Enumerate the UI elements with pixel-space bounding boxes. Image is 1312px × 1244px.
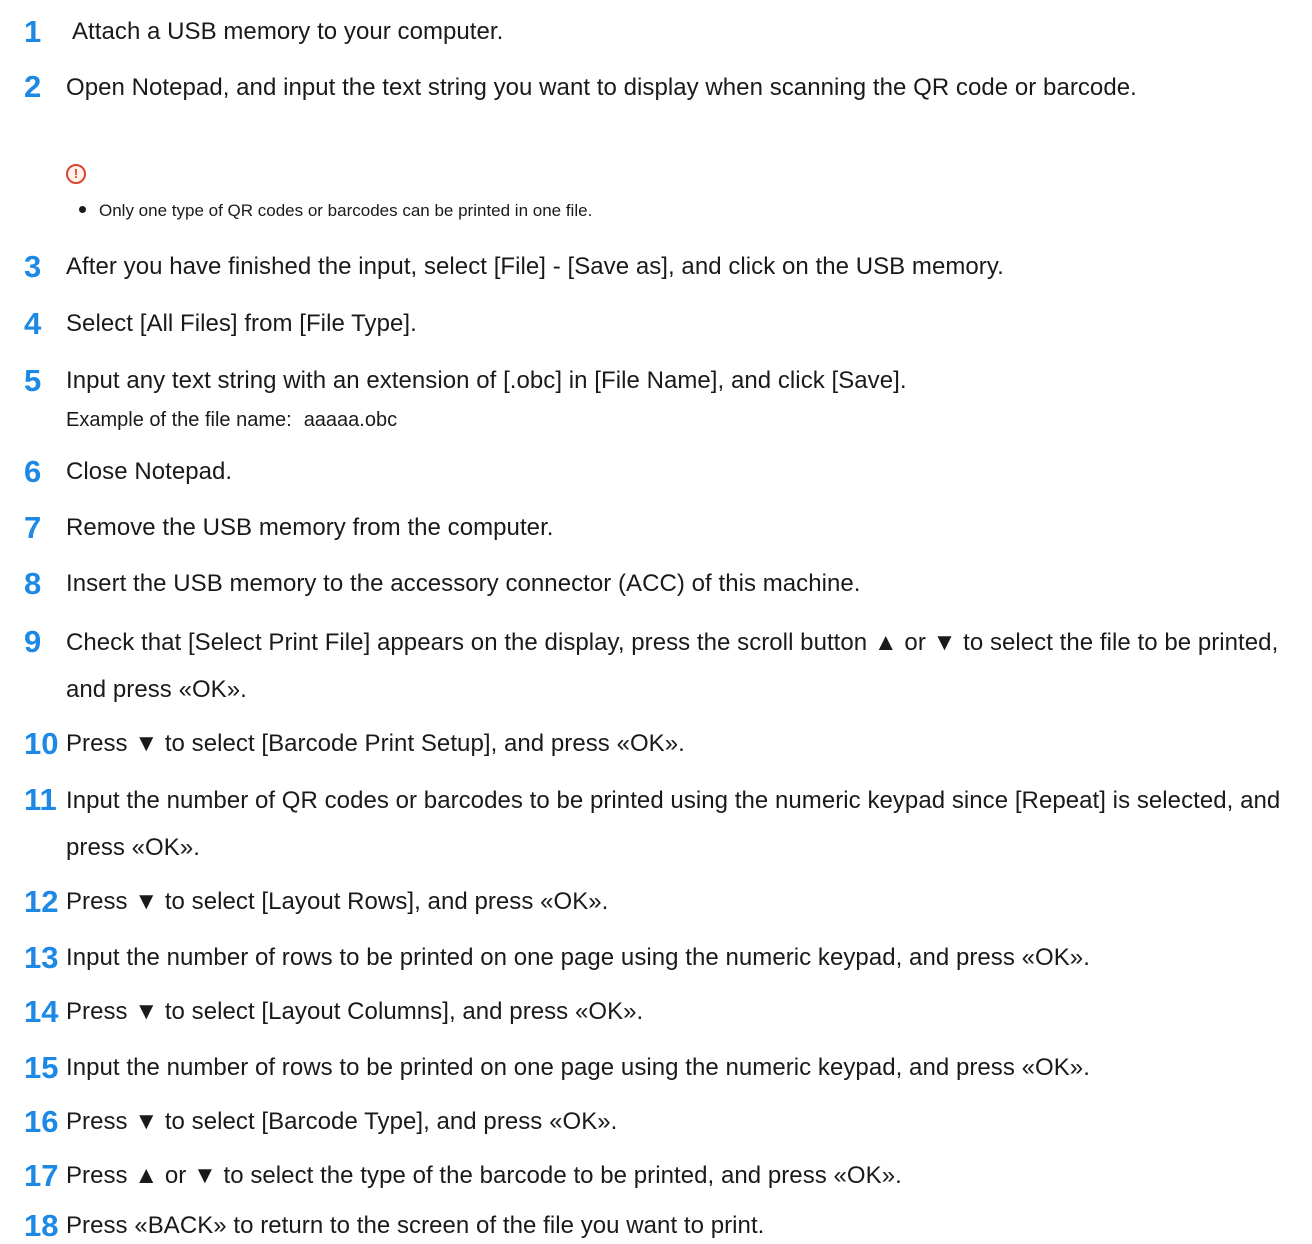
step-text: Attach a USB memory to your computer. xyxy=(72,18,504,45)
step-text: Press «BACK» to return to the screen of … xyxy=(66,1212,765,1239)
step-text: Press ▼ to select [Layout Columns], and … xyxy=(66,998,644,1025)
step-text: Input the number of QR codes or barcodes… xyxy=(66,787,1281,861)
step-text: Insert the USB memory to the accessory c… xyxy=(66,570,861,597)
step-text: Close Notepad. xyxy=(66,458,233,485)
step-number: 8 xyxy=(24,566,42,601)
note-text: Only one type of QR codes or barcodes ca… xyxy=(99,201,593,220)
step-number: 13 xyxy=(24,940,59,975)
step-number: 1 xyxy=(24,14,42,49)
step-number: 9 xyxy=(24,624,42,659)
step-text: Input the number of rows to be printed o… xyxy=(66,944,1090,971)
step-text: Remove the USB memory from the computer. xyxy=(66,514,554,541)
step-text: Press ▼ to select [Layout Rows], and pre… xyxy=(66,888,609,915)
step-number: 4 xyxy=(24,306,42,341)
step-text: Check that [Select Print File] appears o… xyxy=(66,629,1279,703)
step-text: Input the number of rows to be printed o… xyxy=(66,1054,1090,1081)
example-label: Example of the file name: xyxy=(66,409,292,431)
step-number: 11 xyxy=(24,782,57,817)
step-number: 16 xyxy=(24,1104,59,1139)
step-number: 14 xyxy=(24,994,59,1029)
step-number: 3 xyxy=(24,249,42,284)
note-list-item: Only one type of QR codes or barcodes ca… xyxy=(79,200,1079,222)
example-file-name: Example of the file name: aaaaa.obc xyxy=(66,407,397,433)
caution-icon: ! xyxy=(66,164,86,184)
step-text: Open Notepad, and input the text string … xyxy=(66,74,1137,101)
step-number: 5 xyxy=(24,363,42,398)
step-number: 18 xyxy=(24,1208,59,1243)
step-number: 10 xyxy=(24,726,59,761)
step-number: 2 xyxy=(24,69,42,104)
step-number: 6 xyxy=(24,454,42,489)
bullet-icon xyxy=(79,206,86,213)
step-text: Press ▼ to select [Barcode Print Setup],… xyxy=(66,730,685,757)
step-text: Press ▼ to select [Barcode Type], and pr… xyxy=(66,1108,618,1135)
step-number: 7 xyxy=(24,510,42,545)
step-number: 17 xyxy=(24,1158,59,1193)
step-text: Press ▲ or ▼ to select the type of the b… xyxy=(66,1162,902,1189)
step-text: Input any text string with an extension … xyxy=(66,367,907,394)
step-text: After you have finished the input, selec… xyxy=(66,253,1004,280)
step-text: Select [All Files] from [File Type]. xyxy=(66,310,417,337)
example-value: aaaaa.obc xyxy=(303,409,398,431)
step-number: 15 xyxy=(24,1050,59,1085)
step-number: 12 xyxy=(24,884,59,919)
